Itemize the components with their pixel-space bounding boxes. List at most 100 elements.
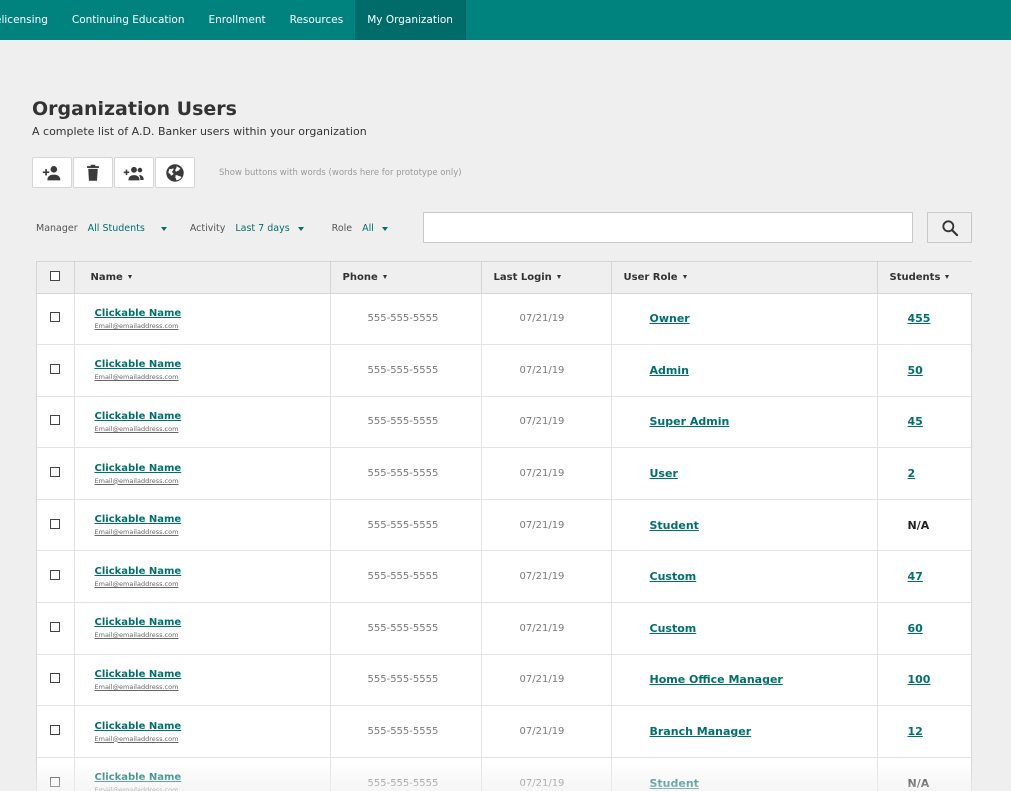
user-role-link[interactable]: Custom [650,622,697,635]
column-header-last-login[interactable]: Last Login [481,262,612,294]
name-cell: Clickable Name Email@emailaddress.com [74,705,331,758]
row-checkbox[interactable] [50,518,61,529]
user-role-link[interactable]: Home Office Manager [650,673,783,686]
select-all-checkbox[interactable] [50,270,61,281]
sort-caret-icon [127,274,132,279]
user-role-cell: Owner [611,293,878,346]
phone-cell: 555-555-5555 [330,293,482,346]
user-role-link[interactable]: Admin [650,364,689,377]
row-checkbox[interactable] [50,415,61,426]
nav-item-enrollment[interactable]: Enrollment [197,0,278,40]
name-cell: Clickable Name Email@emailaddress.com [74,396,331,449]
students-cell: 12 [877,705,973,758]
user-role-link[interactable]: Student [650,777,699,790]
user-email-link[interactable]: Email@emailaddress.com [95,631,330,639]
user-email-link[interactable]: Email@emailaddress.com [95,425,330,433]
name-cell: Clickable Name Email@emailaddress.com [74,499,331,552]
name-cell: Clickable Name Email@emailaddress.com [74,447,331,500]
last-login-cell: 07/21/19 [481,293,612,346]
row-checkbox[interactable] [50,725,61,736]
user-email-link[interactable]: Email@emailaddress.com [95,735,330,743]
row-checkbox[interactable] [50,312,61,323]
role-filter-dropdown[interactable]: All [362,223,388,234]
column-header-phone[interactable]: Phone [330,262,482,294]
students-count-link[interactable]: 47 [908,570,923,583]
students-count-link[interactable]: 12 [908,725,923,738]
globe-button[interactable] [155,157,195,188]
nav-item-resources[interactable]: Resources [278,0,356,40]
role-filter-value: All [362,223,374,234]
column-header-students[interactable]: Students [877,262,973,294]
manager-filter-value: All Students [87,223,145,234]
row-checkbox[interactable] [50,673,61,684]
last-login-cell: 07/21/19 [481,550,612,604]
user-role-link[interactable]: Owner [650,312,690,325]
column-header-name[interactable]: Name [74,262,331,294]
name-cell: Clickable Name Email@emailaddress.com [74,602,331,655]
chevron-down-icon [160,226,167,231]
students-count-link[interactable]: 45 [908,415,923,428]
row-checkbox[interactable] [50,363,61,374]
search-button[interactable] [927,212,972,243]
user-email-link[interactable]: Email@emailaddress.com [95,580,330,588]
students-cell: 455 [877,293,973,346]
students-cell: 100 [877,654,973,707]
user-role-link[interactable]: Student [650,519,699,532]
phone-cell: 555-555-5555 [330,757,482,791]
add-user-button[interactable] [32,157,72,188]
search-input[interactable] [423,212,913,243]
user-name-link[interactable]: Clickable Name [95,566,330,577]
user-email-link[interactable]: Email@emailaddress.com [95,477,330,485]
user-name-link[interactable]: Clickable Name [95,308,330,319]
user-name-link[interactable]: Clickable Name [95,772,330,783]
user-name-link[interactable]: Clickable Name [95,463,330,474]
user-email-link[interactable]: Email@emailaddress.com [95,786,330,791]
name-cell: Clickable Name Email@emailaddress.com [74,550,331,604]
user-role-link[interactable]: User [650,467,678,480]
row-checkbox[interactable] [50,621,61,632]
students-count-link[interactable]: 60 [908,622,923,635]
user-email-link[interactable]: Email@emailaddress.com [95,528,330,536]
row-checkbox[interactable] [50,570,61,581]
user-name-link[interactable]: Clickable Name [95,411,330,422]
user-name-link[interactable]: Clickable Name [95,514,330,525]
manager-filter-dropdown[interactable]: All Students [88,223,167,234]
manager-filter-label: Manager [36,223,78,234]
user-role-link[interactable]: Branch Manager [650,725,752,738]
students-count-link[interactable]: 100 [908,673,931,686]
user-email-link[interactable]: Email@emailaddress.com [95,373,330,381]
user-name-link[interactable]: Clickable Name [95,669,330,680]
search-icon [941,219,958,236]
row-checkbox[interactable] [50,467,61,478]
last-login-cell: 07/21/19 [481,705,612,758]
row-select-cell [37,654,75,707]
user-name-link[interactable]: Clickable Name [95,359,330,370]
students-count-link[interactable]: 455 [908,312,931,325]
name-cell: Clickable Name Email@emailaddress.com [74,293,331,346]
user-name-link[interactable]: Clickable Name [95,617,330,628]
nav-item-my-organization[interactable]: My Organization [355,0,466,40]
user-role-link[interactable]: Custom [650,570,697,583]
table-row: Clickable Name Email@emailaddress.com 55… [37,757,973,791]
table-row: Clickable Name Email@emailaddress.com 55… [37,499,973,552]
activity-filter-dropdown[interactable]: Last 7 days [235,223,304,234]
last-login-cell: 07/21/19 [481,654,612,707]
row-checkbox[interactable] [50,776,61,787]
row-select-cell [37,499,75,552]
add-group-button[interactable] [114,157,154,188]
row-select-cell [37,344,75,397]
nav-item-continuing-education[interactable]: Continuing Education [60,0,197,40]
chevron-down-icon [381,226,388,231]
user-email-link[interactable]: Email@emailaddress.com [95,322,330,330]
students-count-link[interactable]: 2 [908,467,916,480]
top-navigation: elicensing Continuing Education Enrollme… [0,0,1011,40]
activity-filter-value: Last 7 days [235,223,290,234]
column-header-user-role[interactable]: User Role [611,262,878,294]
user-name-link[interactable]: Clickable Name [95,721,330,732]
delete-button[interactable] [73,157,113,188]
user-email-link[interactable]: Email@emailaddress.com [95,683,330,691]
name-cell: Clickable Name Email@emailaddress.com [74,757,331,791]
students-count-link[interactable]: 50 [908,364,923,377]
nav-item-elicensing[interactable]: elicensing [0,0,60,40]
user-role-link[interactable]: Super Admin [650,415,730,428]
